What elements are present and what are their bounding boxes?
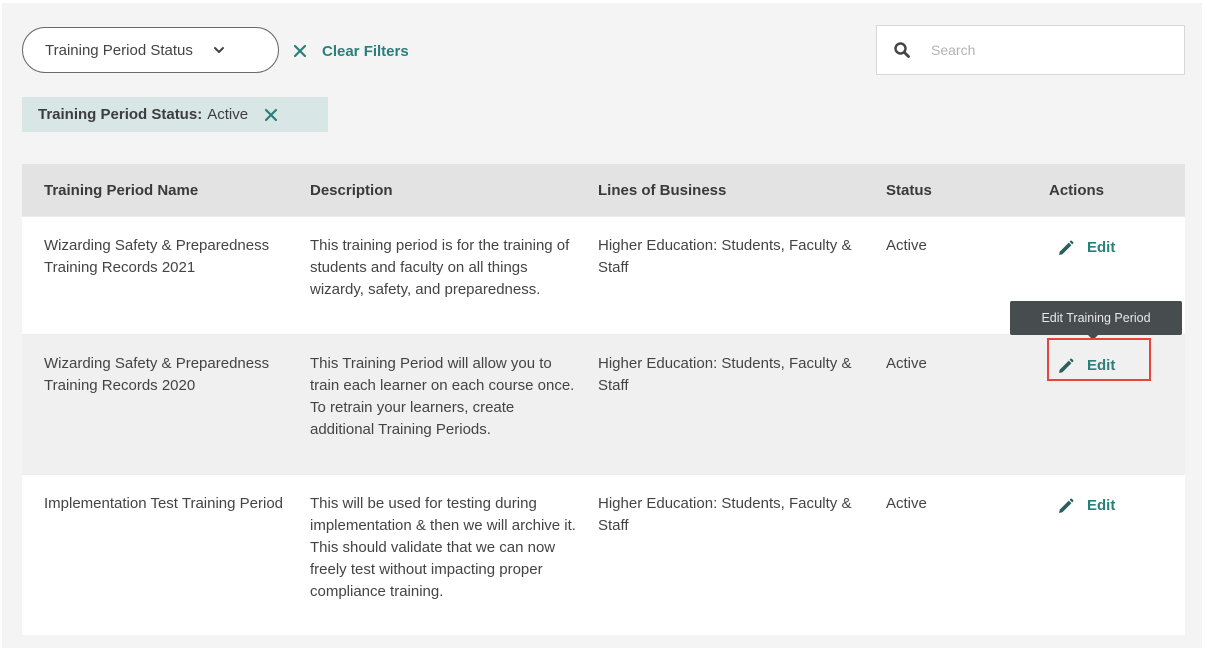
training-period-status-filter-dropdown[interactable]: Training Period Status bbox=[22, 27, 279, 73]
clear-filters-button[interactable]: Clear Filters bbox=[292, 39, 409, 63]
lines-of-business: Higher Education: Students, Faculty & St… bbox=[598, 495, 852, 534]
edit-training-period-tooltip: Edit Training Period bbox=[1010, 301, 1182, 340]
remove-filter-close-icon[interactable] bbox=[263, 107, 279, 123]
training-period-description: This will be used for testing during imp… bbox=[310, 495, 576, 600]
pencil-icon bbox=[1056, 357, 1075, 376]
lines-of-business: Higher Education: Students, Faculty & St… bbox=[598, 355, 852, 394]
actions-cell: Edit bbox=[1036, 335, 1185, 383]
chevron-down-icon bbox=[211, 42, 227, 58]
search-box[interactable] bbox=[876, 25, 1185, 75]
column-header-actions: Actions bbox=[1049, 181, 1105, 199]
status: Active bbox=[886, 237, 927, 254]
actions-cell: Edit bbox=[1036, 475, 1185, 523]
column-header-lines-of-business[interactable]: Lines of Business bbox=[598, 182, 886, 199]
table-header: Training Period Name Description Lines o… bbox=[22, 164, 1185, 216]
edit-button[interactable]: Edit bbox=[1040, 235, 1115, 259]
training-periods-table: Training Period Name Description Lines o… bbox=[22, 164, 1185, 635]
training-period-description: This training period is for the training… bbox=[310, 237, 570, 298]
training-period-description: This Training Period will allow you to t… bbox=[310, 355, 575, 438]
edit-button[interactable]: Edit bbox=[1040, 493, 1115, 517]
filter-dropdown-label: Training Period Status bbox=[45, 41, 193, 59]
search-input[interactable] bbox=[931, 42, 1171, 58]
search-icon bbox=[893, 41, 911, 59]
chip-filter-key: Training Period Status: bbox=[38, 106, 203, 123]
status: Active bbox=[886, 355, 927, 372]
column-header-description[interactable]: Description bbox=[310, 182, 598, 199]
chip-filter-value: Active bbox=[207, 106, 249, 123]
training-period-name: Wizarding Safety & Preparedness Training… bbox=[44, 355, 270, 394]
edit-button[interactable]: Edit bbox=[1040, 353, 1115, 377]
lines-of-business: Higher Education: Students, Faculty & St… bbox=[598, 237, 852, 276]
clear-filters-label: Clear Filters bbox=[322, 42, 409, 60]
column-header-status[interactable]: Status bbox=[886, 182, 1036, 199]
active-filter-chip: Training Period Status: Active bbox=[22, 97, 328, 132]
close-icon bbox=[292, 43, 308, 59]
column-header-name[interactable]: Training Period Name bbox=[22, 182, 310, 199]
edit-label: Edit bbox=[1087, 497, 1116, 514]
training-period-name: Implementation Test Training Period bbox=[44, 495, 284, 512]
edit-label: Edit bbox=[1087, 239, 1116, 256]
edit-label: Edit bbox=[1087, 357, 1116, 374]
training-period-name: Wizarding Safety & Preparedness Training… bbox=[44, 237, 270, 276]
table-row: Implementation Test Training Period This… bbox=[22, 474, 1185, 635]
table-row: Wizarding Safety & Preparedness Training… bbox=[22, 334, 1185, 474]
pencil-icon bbox=[1056, 239, 1075, 258]
status: Active bbox=[886, 495, 927, 512]
actions-cell: Edit bbox=[1036, 217, 1185, 265]
pencil-icon bbox=[1056, 497, 1075, 516]
